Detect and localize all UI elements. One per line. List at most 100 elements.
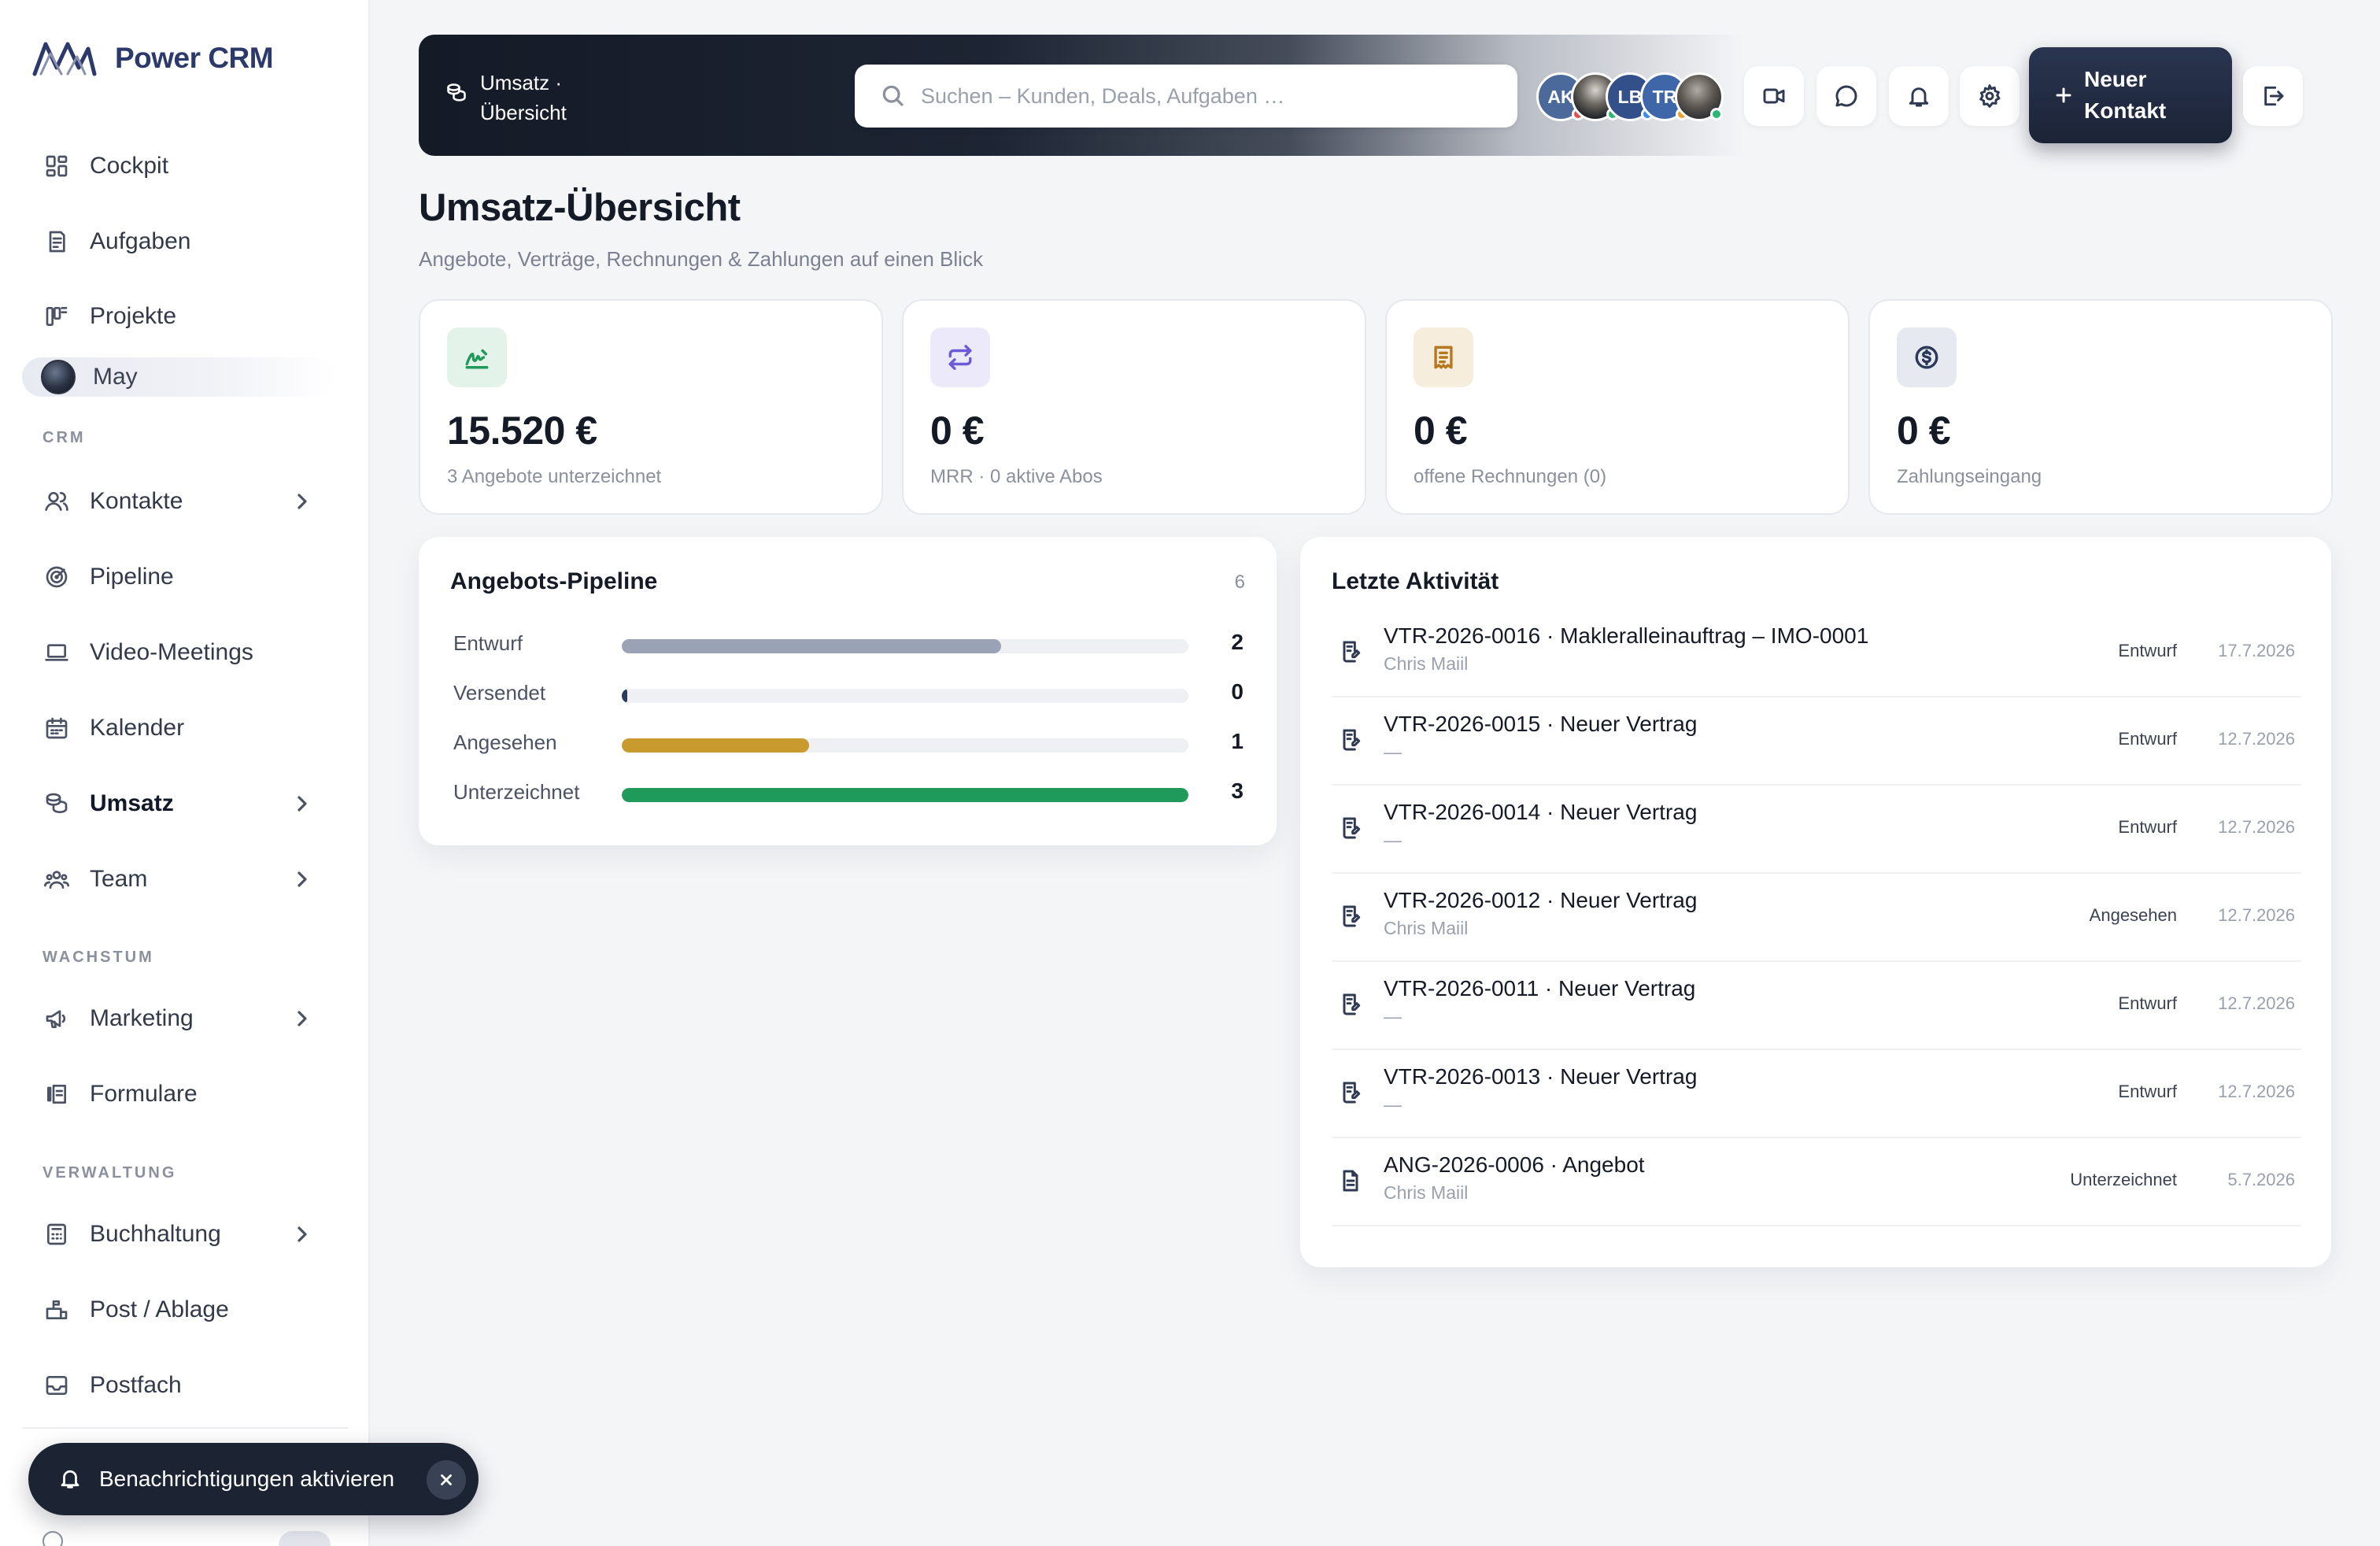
activity-row[interactable]: VTR-2026-0012 · Neuer Vertrag Chris Maiil… bbox=[1332, 874, 2301, 962]
logout-button[interactable] bbox=[2243, 66, 2303, 126]
forms-icon bbox=[41, 1078, 72, 1110]
activity-subtitle: Chris Maiil bbox=[1384, 918, 1469, 938]
sidebar-item-video-meetings[interactable]: Video-Meetings bbox=[24, 625, 338, 680]
sidebar-item-label: Team bbox=[90, 866, 148, 892]
plus-icon bbox=[2054, 86, 2073, 105]
sidebar-user[interactable]: May bbox=[22, 357, 337, 397]
video-icon bbox=[1763, 88, 1785, 104]
toast-text: Benachrichtigungen aktivieren bbox=[99, 1466, 395, 1491]
user-name: May bbox=[93, 364, 138, 390]
sidebar-item-label: Cockpit bbox=[90, 153, 169, 179]
team-icon bbox=[41, 864, 72, 895]
pipeline-row[interactable]: Versendet 0 bbox=[453, 678, 1244, 709]
bell-icon bbox=[58, 1466, 83, 1492]
pipeline-bar-track bbox=[622, 738, 1188, 753]
notification-toast[interactable]: Benachrichtigungen aktivieren bbox=[28, 1443, 479, 1515]
activity-status: Entwurf bbox=[2118, 1082, 2177, 1101]
calculator-icon bbox=[41, 1219, 72, 1250]
sidebar-item-marketing[interactable]: Marketing bbox=[24, 991, 338, 1046]
activity-date: 12.7.2026 bbox=[2218, 729, 2295, 749]
app-name: Power CRM bbox=[115, 42, 274, 74]
sidebar-item-post-ablage[interactable]: Post / Ablage bbox=[24, 1282, 338, 1337]
contract-icon bbox=[1338, 992, 1365, 1019]
activity-status: Entwurf bbox=[2118, 729, 2177, 749]
kpi-label: Zahlungseingang bbox=[1897, 466, 2042, 487]
sidebar-item-kontakte[interactable]: Kontakte bbox=[24, 474, 338, 529]
dollar-circle-icon bbox=[1897, 327, 1957, 387]
avatar-initials: TR bbox=[1652, 86, 1677, 107]
breadcrumb[interactable]: Umsatz · Übersicht bbox=[445, 68, 606, 128]
coins-icon bbox=[41, 788, 72, 819]
pipeline-stage-count: 2 bbox=[1231, 630, 1244, 654]
megaphone-icon bbox=[41, 1003, 72, 1034]
activity-subtitle: — bbox=[1384, 830, 1402, 850]
inbox-icon bbox=[41, 1370, 72, 1401]
activity-title: VTR-2026-0013 · Neuer Vertrag bbox=[1384, 1064, 1698, 1089]
contract-icon bbox=[1338, 1080, 1365, 1107]
activity-date: 5.7.2026 bbox=[2227, 1170, 2295, 1189]
sidebar-item-label: Kalender bbox=[90, 715, 185, 741]
video-button[interactable] bbox=[1744, 66, 1804, 126]
moon-icon bbox=[42, 1531, 63, 1546]
settings-button[interactable] bbox=[1960, 66, 2020, 126]
activity-row[interactable]: VTR-2026-0014 · Neuer Vertrag — Entwurf 12.… bbox=[1332, 786, 2301, 874]
contract-icon bbox=[1338, 727, 1365, 754]
contract-icon bbox=[1338, 816, 1365, 842]
activity-row[interactable]: VTR-2026-0016 · Makleralleinauftrag – IM… bbox=[1332, 609, 2301, 697]
mailbox-icon bbox=[41, 1294, 72, 1326]
new-contact-button[interactable]: Neuer Kontakt bbox=[2029, 47, 2232, 143]
pipeline-stage-count: 1 bbox=[1231, 729, 1244, 753]
sidebar-item-label: Video-Meetings bbox=[90, 639, 253, 665]
sidebar-item-label: Projekte bbox=[90, 303, 177, 329]
activity-row[interactable]: ANG-2026-0006 · Angebot Chris Maiil Unterz… bbox=[1332, 1138, 2301, 1226]
pipeline-row[interactable]: Unterzeichnet 3 bbox=[453, 777, 1244, 808]
sidebar-item-kalender[interactable]: Kalender bbox=[24, 701, 338, 756]
kpi-card-payments[interactable]: 0 € Zahlungseingang bbox=[1868, 299, 2333, 515]
app-logo[interactable]: Power CRM bbox=[31, 38, 274, 79]
toast-close-button[interactable] bbox=[427, 1460, 466, 1500]
chevron-right-icon bbox=[290, 1222, 315, 1247]
sidebar-divider bbox=[22, 1427, 348, 1429]
sidebar-item-buchhaltung[interactable]: Buchhaltung bbox=[24, 1207, 338, 1262]
target-icon bbox=[41, 561, 72, 593]
kpi-card-mrr[interactable]: 0 € MRR · 0 aktive Abos bbox=[902, 299, 1366, 515]
activity-row[interactable]: VTR-2026-0011 · Neuer Vertrag — Entwurf 12.… bbox=[1332, 962, 2301, 1050]
activity-status: Entwurf bbox=[2118, 641, 2177, 660]
sidebar-item-aufgaben[interactable]: Aufgaben bbox=[24, 214, 338, 269]
chat-icon bbox=[1835, 85, 1857, 107]
kpi-card-signed[interactable]: 15.520 € 3 Angebote unterzeichnet bbox=[419, 299, 883, 515]
pipeline-bar-fill bbox=[622, 639, 1002, 653]
kpi-label: offene Rechnungen (0) bbox=[1414, 466, 1607, 487]
bell-icon bbox=[1909, 87, 1929, 107]
sidebar-item-projekte[interactable]: Projekte bbox=[24, 289, 338, 344]
sidebar-item-team[interactable]: Team bbox=[24, 852, 338, 907]
pipeline-stage-label: Entwurf bbox=[453, 631, 523, 655]
activity-title: VTR-2026-0012 · Neuer Vertrag bbox=[1384, 888, 1698, 912]
sidebar-item-umsatz[interactable]: Umsatz bbox=[24, 776, 338, 831]
new-contact-label: Neuer Kontakt bbox=[2084, 67, 2167, 123]
dark-mode-toggle-row[interactable] bbox=[42, 1531, 334, 1546]
chat-button[interactable] bbox=[1816, 66, 1876, 126]
sidebar-item-label: Pipeline bbox=[90, 564, 174, 590]
notifications-button[interactable] bbox=[1889, 66, 1949, 126]
search-input[interactable] bbox=[921, 83, 1488, 109]
activity-row[interactable]: VTR-2026-0015 · Neuer Vertrag — Entwurf 12.… bbox=[1332, 697, 2301, 786]
search-bar[interactable] bbox=[855, 65, 1517, 128]
avatar[interactable] bbox=[1675, 72, 1724, 121]
sidebar-item-pipeline[interactable]: Pipeline bbox=[24, 549, 338, 605]
pipeline-row[interactable]: Angesehen 1 bbox=[453, 727, 1244, 759]
activity-row[interactable]: VTR-2026-0013 · Neuer Vertrag — Entwurf 12.… bbox=[1332, 1050, 2301, 1138]
activity-subtitle: Chris Maiil bbox=[1384, 1182, 1469, 1203]
receipt-icon bbox=[1414, 327, 1473, 387]
pipeline-bar-fill bbox=[622, 738, 809, 753]
dark-mode-toggle[interactable] bbox=[279, 1531, 331, 1546]
projects-icon bbox=[41, 301, 72, 332]
pipeline-stage-label: Unterzeichnet bbox=[453, 780, 580, 804]
pipeline-row[interactable]: Entwurf 2 bbox=[453, 628, 1244, 660]
activity-status: Entwurf bbox=[2118, 817, 2177, 837]
kpi-card-open-invoices[interactable]: 0 € offene Rechnungen (0) bbox=[1385, 299, 1850, 515]
sidebar-item-formulare[interactable]: Formulare bbox=[24, 1067, 338, 1122]
pipeline-stage-count: 3 bbox=[1231, 779, 1244, 803]
sidebar-item-cockpit[interactable]: Cockpit bbox=[24, 139, 338, 194]
sidebar-item-postfach[interactable]: Postfach bbox=[24, 1358, 338, 1413]
